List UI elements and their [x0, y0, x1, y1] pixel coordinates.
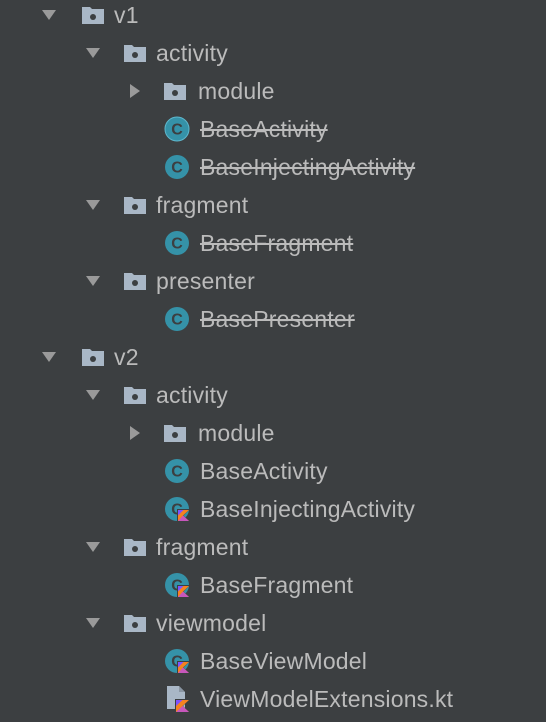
tree-row-activity[interactable]: activity — [0, 376, 546, 414]
package-folder-icon — [122, 610, 148, 636]
chevron-down-icon[interactable] — [82, 612, 104, 634]
svg-text:C: C — [171, 312, 183, 329]
java-class-icon: C — [164, 458, 190, 484]
package-folder-icon — [122, 40, 148, 66]
tree-label: BaseFragment — [200, 571, 354, 598]
chevron-down-icon[interactable] — [82, 270, 104, 292]
tree-label: viewmodel — [156, 609, 267, 636]
project-tree: v1 activity module C BaseActivity C Base… — [0, 0, 546, 722]
kotlin-class-icon: C — [164, 572, 190, 598]
chevron-down-icon[interactable] — [82, 536, 104, 558]
tree-label: BaseInjectingActivity — [200, 153, 416, 180]
tree-row-presenter[interactable]: presenter — [0, 262, 546, 300]
svg-text:C: C — [171, 160, 183, 177]
tree-row-base-activity[interactable]: C BaseActivity — [0, 452, 546, 490]
package-folder-icon — [122, 534, 148, 560]
kotlin-class-icon: C — [164, 648, 190, 674]
tree-row-v2[interactable]: v2 — [0, 338, 546, 376]
package-folder-icon — [122, 192, 148, 218]
package-folder-icon — [80, 2, 106, 28]
package-folder-icon — [80, 344, 106, 370]
tree-label: activity — [156, 381, 228, 408]
chevron-down-icon[interactable] — [38, 346, 60, 368]
package-folder-icon — [122, 382, 148, 408]
tree-label: activity — [156, 39, 228, 66]
tree-row-base-view-model[interactable]: C BaseViewModel — [0, 642, 546, 680]
chevron-down-icon[interactable] — [82, 42, 104, 64]
tree-label: presenter — [156, 267, 255, 294]
tree-row-base-presenter[interactable]: C BasePresenter — [0, 300, 546, 338]
tree-row-v1[interactable]: v1 — [0, 0, 546, 34]
tree-row-viewmodel[interactable]: viewmodel — [0, 604, 546, 642]
tree-row-fragment[interactable]: fragment — [0, 186, 546, 224]
tree-row-base-fragment[interactable]: C BaseFragment — [0, 224, 546, 262]
tree-label: fragment — [156, 191, 249, 218]
tree-row-activity[interactable]: activity — [0, 34, 546, 72]
tree-label: module — [198, 419, 275, 446]
chevron-down-icon[interactable] — [38, 4, 60, 26]
tree-label: fragment — [156, 533, 249, 560]
tree-row-fragment[interactable]: fragment — [0, 528, 546, 566]
svg-text:C: C — [171, 236, 183, 253]
svg-text:C: C — [171, 464, 183, 481]
java-class-icon: C — [164, 154, 190, 180]
chevron-down-icon[interactable] — [82, 194, 104, 216]
tree-label: BaseActivity — [200, 457, 328, 484]
tree-label: BaseActivity — [200, 115, 328, 142]
kotlin-file-icon — [164, 686, 190, 713]
tree-label: BaseFragment — [200, 229, 354, 256]
tree-label: BaseInjectingActivity — [200, 495, 416, 522]
tree-row-base-fragment[interactable]: C BaseFragment — [0, 566, 546, 604]
tree-row-module[interactable]: module — [0, 414, 546, 452]
tree-label: module — [198, 77, 275, 104]
svg-text:C: C — [171, 122, 183, 139]
tree-row-base-injecting-activity[interactable]: C BaseInjectingActivity — [0, 490, 546, 528]
tree-row-base-activity[interactable]: C BaseActivity — [0, 110, 546, 148]
tree-row-view-model-extensions[interactable]: ViewModelExtensions.kt — [0, 680, 546, 718]
java-class-icon: C — [164, 116, 190, 142]
tree-row-base-injecting-activity[interactable]: C BaseInjectingActivity — [0, 148, 546, 186]
tree-label: v2 — [114, 343, 139, 370]
java-class-icon: C — [164, 306, 190, 332]
package-folder-icon — [122, 268, 148, 294]
tree-label: BaseViewModel — [200, 647, 368, 674]
chevron-right-icon[interactable] — [124, 80, 146, 102]
chevron-right-icon[interactable] — [124, 422, 146, 444]
package-folder-icon — [162, 420, 188, 446]
kotlin-class-icon: C — [164, 496, 190, 522]
tree-label: BasePresenter — [200, 305, 355, 332]
tree-label: ViewModelExtensions.kt — [200, 685, 454, 712]
tree-label: v1 — [114, 1, 139, 28]
package-folder-icon — [162, 78, 188, 104]
chevron-down-icon[interactable] — [82, 384, 104, 406]
java-class-icon: C — [164, 230, 190, 256]
tree-row-module[interactable]: module — [0, 72, 546, 110]
